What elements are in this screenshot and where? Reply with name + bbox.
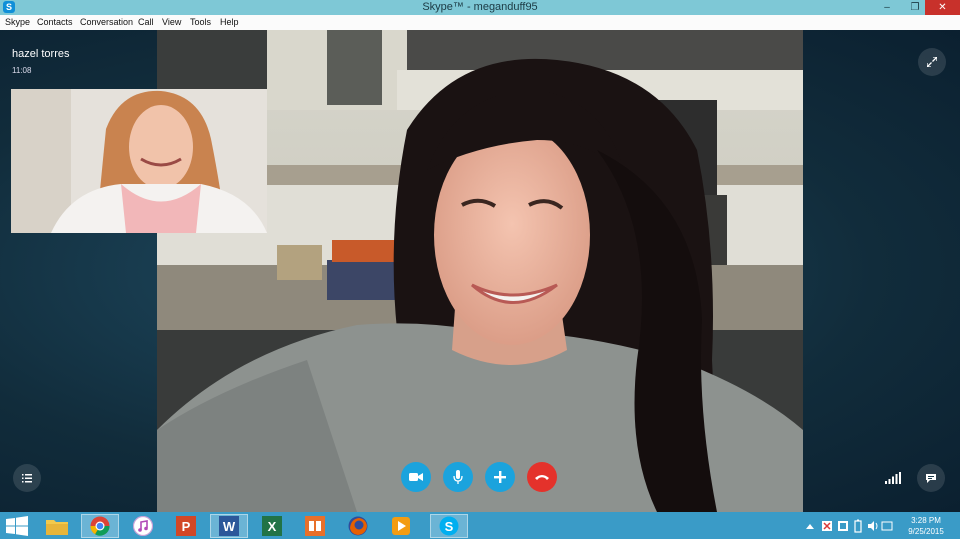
windows-start-icon[interactable]	[6, 516, 28, 536]
taskbar-word[interactable]: W	[210, 514, 248, 538]
close-button[interactable]: ✕	[925, 0, 960, 15]
taskbar-clock[interactable]: 3:28 PM 9/25/2015	[898, 515, 954, 537]
taskbar-media-player[interactable]	[382, 514, 420, 538]
folder-icon	[46, 520, 68, 535]
self-view-video[interactable]	[11, 89, 267, 233]
video-toggle-button[interactable]	[401, 462, 431, 492]
menu-skype[interactable]: Skype	[5, 17, 30, 28]
volume-icon	[868, 521, 874, 531]
firefox-icon	[348, 516, 368, 536]
svg-text:X: X	[268, 519, 277, 534]
expand-icon	[927, 57, 937, 67]
menu-view[interactable]: View	[162, 17, 181, 28]
menu-help[interactable]: Help	[220, 17, 239, 28]
fullscreen-button[interactable]	[918, 48, 946, 76]
menu-bar: Skype Contacts Conversation Call View To…	[0, 15, 960, 31]
taskbar-file-explorer[interactable]	[38, 514, 76, 538]
taskbar-firefox[interactable]	[339, 514, 377, 538]
skype-icon: S	[439, 516, 459, 536]
taskbar-other-app[interactable]	[296, 514, 334, 538]
microphone-icon	[453, 470, 463, 484]
show-hidden-icons-icon	[806, 524, 814, 529]
window-title: Skype™ - meganduff95	[422, 1, 538, 13]
taskbar-powerpoint[interactable]: P	[167, 514, 205, 538]
clock-time: 3:28 PM	[911, 516, 941, 525]
menu-contacts[interactable]: Contacts	[37, 17, 73, 28]
end-call-button[interactable]	[527, 462, 557, 492]
call-duration: 11:08	[12, 66, 32, 75]
mute-button[interactable]	[443, 462, 473, 492]
show-conversation-list-button[interactable]	[13, 464, 41, 492]
taskbar-chrome[interactable]	[81, 514, 119, 538]
signal-bars-icon[interactable]	[885, 472, 901, 484]
minimize-button[interactable]: –	[873, 0, 901, 15]
excel-icon: X	[262, 516, 282, 536]
plus-icon	[494, 471, 506, 483]
keyboard-icon	[881, 521, 893, 531]
menu-tools[interactable]: Tools	[190, 17, 211, 28]
menu-call[interactable]: Call	[138, 17, 154, 28]
media-play-icon	[392, 517, 410, 535]
show-chat-button[interactable]	[917, 464, 945, 492]
system-tray[interactable]	[804, 512, 894, 539]
title-bar: S Skype™ - meganduff95 – ❐ ✕	[0, 0, 960, 15]
taskbar-skype[interactable]: S	[430, 514, 468, 538]
itunes-icon	[133, 516, 153, 536]
list-icon	[22, 473, 32, 482]
add-participant-button[interactable]	[485, 462, 515, 492]
clock-date: 9/25/2015	[908, 527, 944, 536]
hang-up-icon	[535, 475, 549, 480]
svg-text:S: S	[445, 519, 454, 534]
powerpoint-icon: P	[176, 516, 196, 536]
taskbar-itunes[interactable]	[124, 514, 162, 538]
word-icon: W	[219, 516, 239, 536]
chrome-icon	[90, 516, 110, 536]
caller-name: hazel torres	[12, 48, 70, 60]
svg-text:W: W	[223, 519, 236, 534]
taskbar-excel[interactable]: X	[253, 514, 291, 538]
battery-icon	[854, 520, 862, 533]
video-camera-icon	[409, 473, 423, 481]
taskbar: P W X S 3:28 PM 9/25/2015	[0, 512, 960, 539]
svg-text:P: P	[182, 519, 191, 534]
app-tile-icon	[305, 516, 325, 536]
chat-bubble-icon	[926, 473, 936, 483]
menu-conversation[interactable]: Conversation	[80, 17, 133, 28]
